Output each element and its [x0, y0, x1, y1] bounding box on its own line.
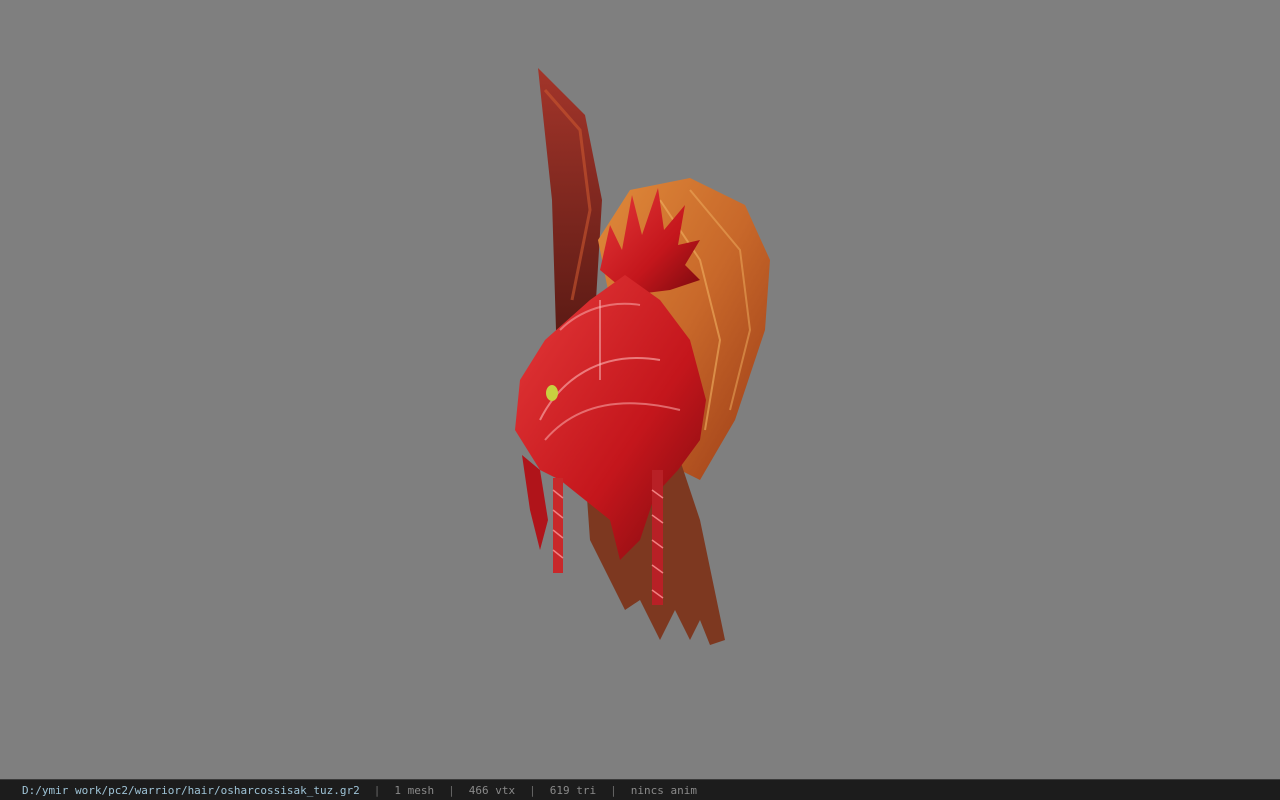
right-braid-shape — [652, 470, 663, 605]
separator: | — [610, 783, 617, 797]
left-braid-shape — [553, 478, 563, 573]
3d-viewport[interactable] — [0, 0, 1280, 779]
vertex-count: 466 vtx — [468, 783, 516, 797]
mesh-count: 1 mesh — [394, 783, 435, 797]
separator: | — [448, 783, 455, 797]
status-bar: D:/ymir work/pc2/warrior/hair/osharcossi… — [0, 779, 1280, 800]
separator: | — [529, 783, 536, 797]
jewel-shape — [546, 385, 558, 401]
triangle-count: 619 tri — [549, 783, 597, 797]
separator: | — [373, 783, 381, 797]
file-path: D:/ymir work/pc2/warrior/hair/osharcossi… — [22, 783, 360, 797]
animation-status: nincs anim — [630, 783, 697, 797]
hair-model-preview — [515, 68, 770, 645]
